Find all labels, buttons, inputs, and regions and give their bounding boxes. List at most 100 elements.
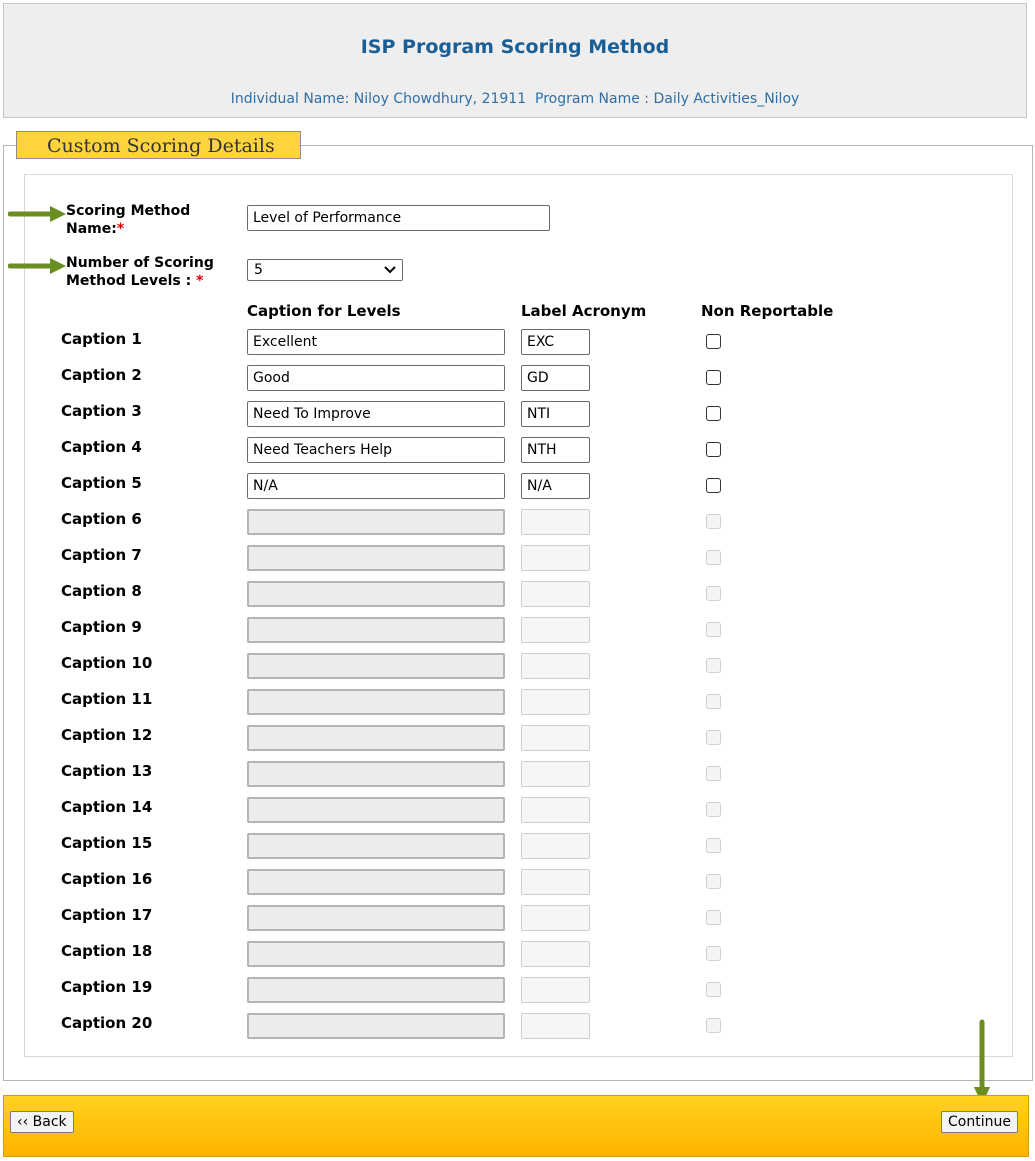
back-button[interactable]: ‹‹ Back: [10, 1111, 74, 1133]
caption-label: Caption 12: [61, 726, 153, 744]
caption-input[interactable]: [247, 437, 505, 463]
non-reportable-checkbox: [706, 550, 721, 565]
page-header: ISP Program Scoring Method Individual Na…: [3, 3, 1027, 118]
caption-label: Caption 5: [61, 474, 142, 492]
non-reportable-checkbox: [706, 802, 721, 817]
non-reportable-checkbox[interactable]: [706, 478, 721, 493]
annotation-arrow-icon: [8, 258, 66, 274]
caption-label: Caption 4: [61, 438, 142, 456]
non-reportable-checkbox[interactable]: [706, 370, 721, 385]
acronym-input[interactable]: [521, 329, 590, 355]
caption-label: Caption 8: [61, 582, 142, 600]
caption-label: Caption 16: [61, 870, 153, 888]
annotation-arrow-icon: [974, 1019, 990, 1105]
caption-label: Caption 20: [61, 1014, 153, 1032]
required-marker: *: [196, 273, 204, 289]
caption-label: Caption 18: [61, 942, 153, 960]
acronym-input: [521, 869, 590, 895]
non-reportable-checkbox: [706, 838, 721, 853]
acronym-input: [521, 977, 590, 1003]
acronym-input: [521, 797, 590, 823]
caption-input[interactable]: [247, 365, 505, 391]
required-marker: *: [116, 221, 125, 237]
caption-input: [247, 545, 505, 571]
acronym-input[interactable]: [521, 401, 590, 427]
caption-label: Caption 14: [61, 798, 153, 816]
acronym-input: [521, 725, 590, 751]
caption-input: [247, 653, 505, 679]
number-of-levels-label: Number of Scoring Method Levels : *: [66, 254, 214, 290]
caption-label: Caption 6: [61, 510, 142, 528]
caption-input: [247, 1013, 505, 1039]
caption-input: [247, 833, 505, 859]
caption-label: Caption 17: [61, 906, 153, 924]
acronym-input: [521, 905, 590, 931]
footer-bar: [3, 1095, 1029, 1157]
acronym-input[interactable]: [521, 437, 590, 463]
caption-input: [247, 797, 505, 823]
caption-input: [247, 725, 505, 751]
non-reportable-column-header: Non Reportable: [701, 302, 834, 320]
caption-input: [247, 509, 505, 535]
caption-label: Caption 10: [61, 654, 153, 672]
continue-button[interactable]: Continue: [941, 1111, 1018, 1133]
form-panel: [24, 174, 1013, 1057]
non-reportable-checkbox: [706, 982, 721, 997]
scoring-method-name-label: Scoring Method Name:*: [66, 202, 190, 238]
caption-label: Caption 7: [61, 546, 142, 564]
non-reportable-checkbox: [706, 874, 721, 889]
chevron-down-icon: [384, 266, 396, 274]
acronym-input[interactable]: [521, 365, 590, 391]
scoring-method-name-input[interactable]: [247, 205, 550, 231]
acronym-input: [521, 653, 590, 679]
acronym-input: [521, 617, 590, 643]
non-reportable-checkbox: [706, 730, 721, 745]
acronym-input: [521, 509, 590, 535]
caption-input: [247, 689, 505, 715]
caption-input[interactable]: [247, 329, 505, 355]
individual-program-info: Individual Name: Niloy Chowdhury, 21911 …: [230, 91, 800, 107]
non-reportable-checkbox[interactable]: [706, 442, 721, 457]
acronym-column-header: Label Acronym: [521, 302, 647, 320]
non-reportable-checkbox: [706, 586, 721, 601]
acronym-input: [521, 545, 590, 571]
caption-label: Caption 3: [61, 402, 142, 420]
label-line: Scoring Method: [66, 203, 191, 219]
caption-input[interactable]: [247, 473, 505, 499]
non-reportable-checkbox: [706, 622, 721, 637]
acronym-input: [521, 761, 590, 787]
acronym-input: [521, 1013, 590, 1039]
caption-column-header: Caption for Levels: [247, 302, 401, 320]
label-line: Number of Scoring: [66, 255, 214, 271]
acronym-input: [521, 689, 590, 715]
non-reportable-checkbox: [706, 1018, 721, 1033]
caption-input: [247, 905, 505, 931]
caption-input: [247, 617, 505, 643]
caption-label: Caption 1: [61, 330, 142, 348]
non-reportable-checkbox[interactable]: [706, 334, 721, 349]
acronym-input: [521, 581, 590, 607]
annotation-arrow-icon: [8, 206, 66, 222]
non-reportable-checkbox: [706, 946, 721, 961]
non-reportable-checkbox[interactable]: [706, 406, 721, 421]
non-reportable-checkbox: [706, 658, 721, 673]
acronym-input: [521, 941, 590, 967]
label-line: Name:: [66, 221, 117, 237]
non-reportable-checkbox: [706, 514, 721, 529]
caption-input[interactable]: [247, 401, 505, 427]
non-reportable-checkbox: [706, 910, 721, 925]
caption-label: Caption 11: [61, 690, 153, 708]
page-title: ISP Program Scoring Method: [360, 36, 670, 58]
section-legend: Custom Scoring Details: [16, 131, 301, 159]
non-reportable-checkbox: [706, 766, 721, 781]
caption-label: Caption 2: [61, 366, 142, 384]
acronym-input[interactable]: [521, 473, 590, 499]
non-reportable-checkbox: [706, 694, 721, 709]
caption-input: [247, 941, 505, 967]
caption-label: Caption 15: [61, 834, 153, 852]
caption-label: Caption 13: [61, 762, 153, 780]
caption-input: [247, 581, 505, 607]
label-line: Method Levels :: [66, 273, 197, 289]
number-of-levels-select[interactable]: 5: [247, 259, 403, 281]
selected-value: 5: [254, 262, 263, 278]
